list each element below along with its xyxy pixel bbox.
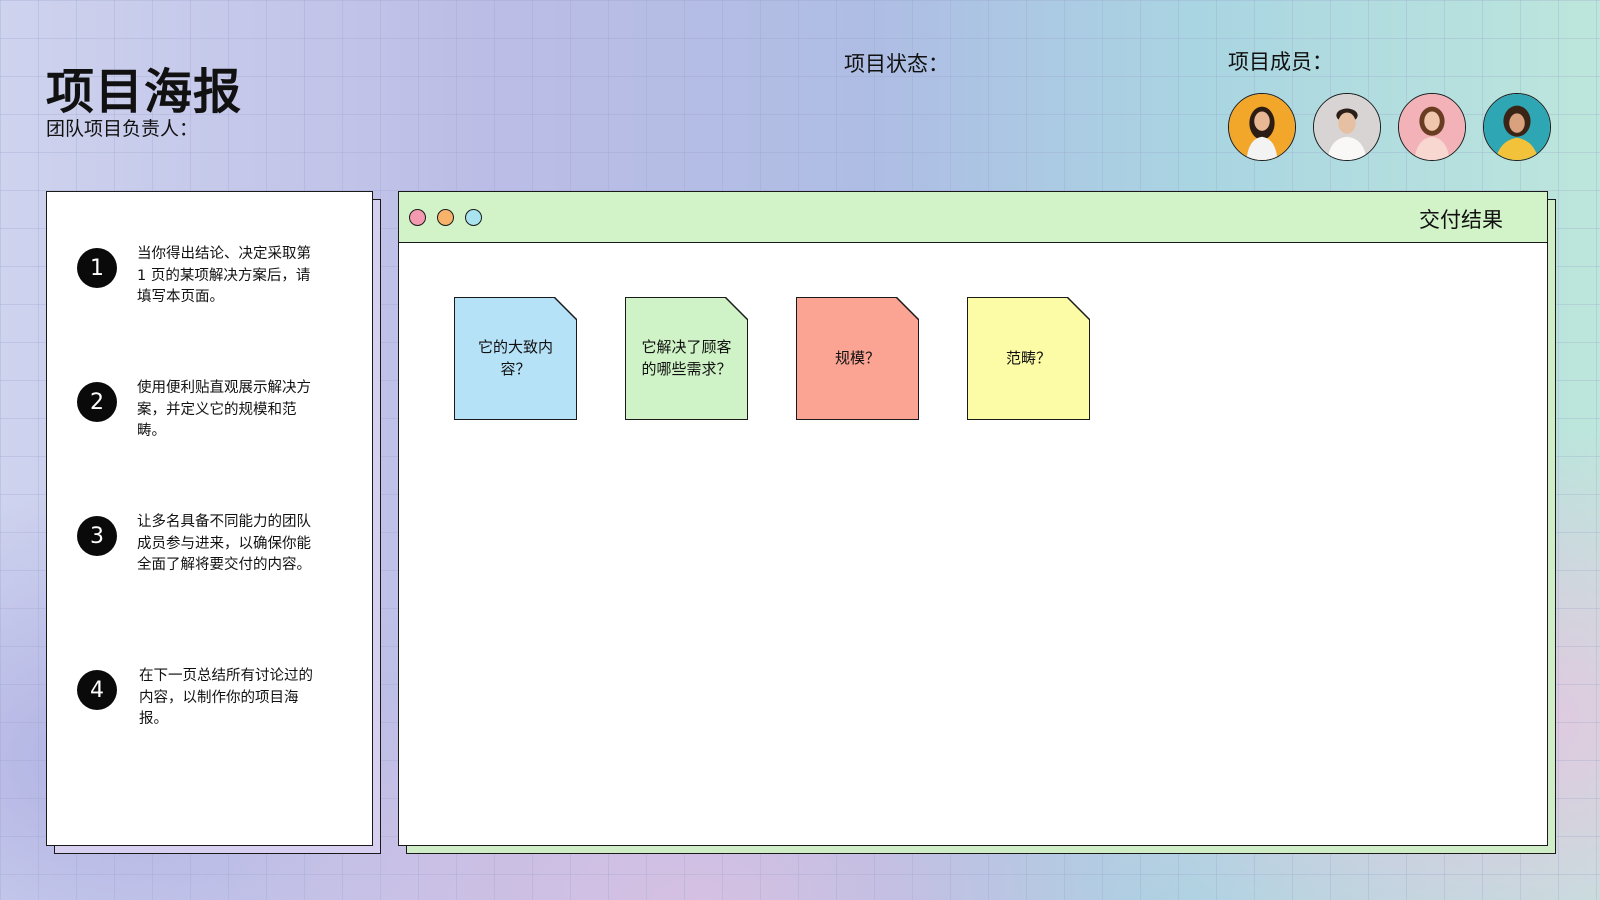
step-number-badge: 2 xyxy=(77,382,117,422)
avatar[interactable] xyxy=(1483,93,1551,161)
sticky-note-text: 它解决了顾客的哪些需求？ xyxy=(641,338,732,378)
sticky-note[interactable]: 规模？ xyxy=(796,297,919,420)
steps-panel: 1 当你得出结论、决定采取第 1 页的某项解决方案后，请填写本页面。 2 使用便… xyxy=(46,191,373,846)
step-number-badge: 4 xyxy=(77,670,117,710)
maximize-dot-icon[interactable] xyxy=(465,209,482,226)
sticky-note-text: 规模？ xyxy=(834,348,880,367)
member-photo-icon xyxy=(1399,94,1465,160)
window-title: 交付结果 xyxy=(1419,208,1503,232)
page-title: 项目海报 xyxy=(46,64,243,120)
member-photo-icon xyxy=(1314,94,1380,160)
member-photo-icon xyxy=(1484,94,1550,160)
avatar[interactable] xyxy=(1228,93,1296,161)
sticky-note-text: 它的大致内容？ xyxy=(477,338,553,378)
step-text: 当你得出结论、决定采取第 1 页的某项解决方案后，请填写本页面。 xyxy=(137,246,311,305)
sticky-note[interactable]: 它的大致内容？ xyxy=(454,297,577,420)
step-1: 1 当你得出结论、决定采取第 1 页的某项解决方案后，请填写本页面。 xyxy=(77,244,323,309)
minimize-dot-icon[interactable] xyxy=(437,209,454,226)
sticky-note[interactable]: 范畴？ xyxy=(967,297,1090,420)
step-text: 在下一页总结所有讨论过的内容，以制作你的项目海报。 xyxy=(139,668,313,727)
step-3: 3 让多名具备不同能力的团队成员参与进来，以确保你能全面了解将要交付的内容。 xyxy=(77,512,323,577)
team-lead-label: 团队项目负责人： xyxy=(46,118,199,140)
close-dot-icon[interactable] xyxy=(409,209,426,226)
step-text: 让多名具备不同能力的团队成员参与进来，以确保你能全面了解将要交付的内容。 xyxy=(137,514,311,573)
sticky-note-text: 范畴？ xyxy=(1005,348,1051,367)
step-number-badge: 1 xyxy=(77,248,117,288)
deliverables-window: 交付结果 它的大致内容？ 它解决了顾客的哪些需求？ 规模？ 范畴？ xyxy=(398,191,1548,846)
sticky-note[interactable]: 它解决了顾客的哪些需求？ xyxy=(625,297,748,420)
project-members-label: 项目成员： xyxy=(1228,50,1333,74)
step-text: 使用便利贴直观展示解决方案，并定义它的规模和范畴。 xyxy=(137,380,311,439)
avatar[interactable] xyxy=(1398,93,1466,161)
avatar[interactable] xyxy=(1313,93,1381,161)
member-photo-icon xyxy=(1229,94,1295,160)
step-2: 2 使用便利贴直观展示解决方案，并定义它的规模和范畴。 xyxy=(77,378,323,443)
step-4: 4 在下一页总结所有讨论过的内容，以制作你的项目海报。 xyxy=(77,666,325,731)
window-title-bar: 交付结果 xyxy=(399,192,1547,243)
project-status-label: 项目状态： xyxy=(844,52,949,76)
step-number-badge: 3 xyxy=(77,516,117,556)
member-avatars xyxy=(1228,93,1551,161)
